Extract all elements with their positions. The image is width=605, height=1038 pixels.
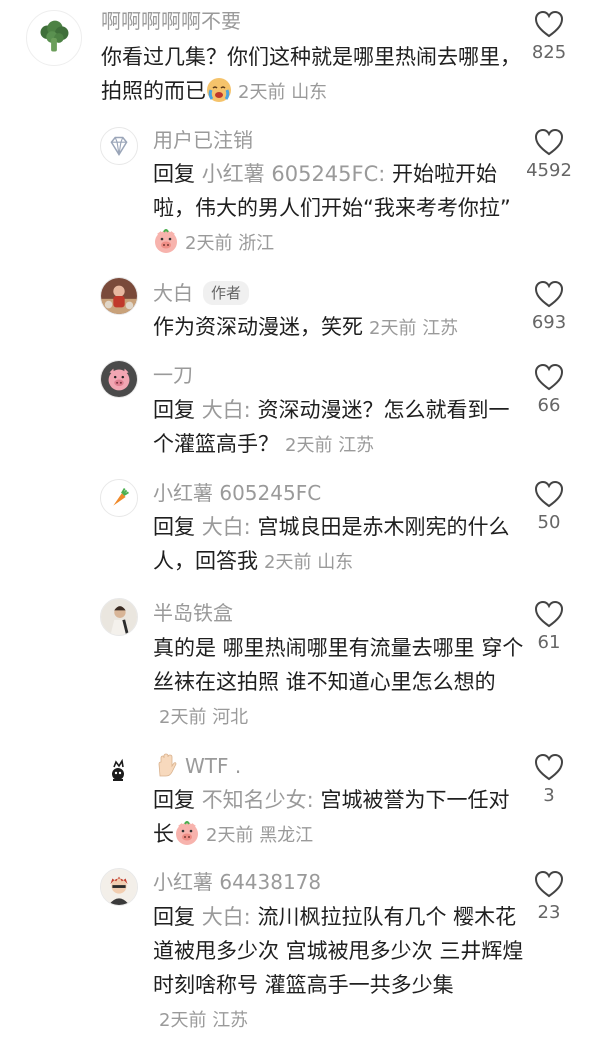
comment-username[interactable]: 一刀 (153, 362, 193, 388)
comment-location: 山东 (291, 82, 328, 103)
reply-to-user[interactable]: 大白: (202, 398, 251, 422)
comment-location: 河北 (212, 707, 249, 728)
comment-username[interactable]: 小红薯 64438178 (153, 869, 321, 895)
diamond-avatar[interactable] (100, 127, 138, 165)
heart-icon (534, 600, 564, 628)
like-button[interactable]: 693 (503, 280, 595, 334)
comment-time: 2天前 (238, 82, 286, 103)
comment-time: 2天前 (285, 435, 333, 456)
heart-icon (534, 870, 564, 898)
reply-label: 回复 (153, 398, 195, 422)
raised-hand-icon (153, 752, 179, 778)
comment-meta: 2天前 浙江 (185, 233, 274, 254)
comment-time: 2天前 (185, 233, 233, 254)
comment-location: 浙江 (238, 233, 275, 254)
comment-text: 回复 不知名少女: 宫城被誉为下一任对长 2天前 黑龙江 (153, 783, 528, 853)
comment-time: 2天前 (369, 318, 417, 339)
reply-to-user[interactable]: 小红薯 605245FC: (202, 162, 386, 186)
carrot-avatar[interactable] (100, 479, 138, 517)
heart-icon (534, 363, 564, 391)
comment-location: 黑龙江 (259, 825, 314, 846)
like-count: 3 (543, 785, 555, 806)
comment-text: 作为资深动漫迷，笑死 2天前 江苏 (153, 310, 533, 346)
pig-face-icon (153, 228, 179, 254)
cartoon-avatar[interactable] (100, 752, 138, 790)
comment-text: 回复 大白: 资深动漫迷？怎么就看到一个灌篮高手？ 2天前 江苏 (153, 393, 528, 463)
reply-to-user[interactable]: 大白: (202, 905, 251, 929)
like-button[interactable]: 825 (503, 10, 595, 64)
pig-avatar[interactable] (100, 360, 138, 398)
like-button[interactable]: 3 (503, 753, 595, 807)
pig-face-icon (174, 820, 200, 846)
like-count: 4592 (526, 160, 572, 181)
comment-username[interactable]: 用户已注销 (153, 127, 253, 153)
comment-meta: 2天前 黑龙江 (206, 825, 313, 846)
comment-meta: 2天前 河北 (159, 707, 248, 728)
comment-meta: 2天前 江苏 (285, 435, 374, 456)
comment-time: 2天前 (264, 552, 312, 573)
comment-text: 真的是 哪里热闹哪里有流量去哪里 穿个丝袜在这拍照 谁不知道心里怎么想的 2天前 … (153, 631, 528, 735)
comment-time: 2天前 (159, 707, 207, 728)
reply-label: 回复 (153, 515, 195, 539)
comment-meta: 2天前 山东 (264, 552, 353, 573)
comment-meta: 2天前 江苏 (369, 318, 458, 339)
reply-label: 回复 (153, 788, 195, 812)
like-button[interactable]: 50 (503, 480, 595, 534)
heart-icon (534, 753, 564, 781)
comment-text: 回复 大白: 宫城良田是赤木刚宪的什么人，回答我 2天前 山东 (153, 510, 528, 580)
comment-time: 2天前 (206, 825, 254, 846)
comment-username[interactable]: WTF . (153, 752, 241, 779)
broccoli-avatar[interactable] (26, 10, 82, 66)
heart-icon (534, 128, 564, 156)
like-count: 61 (537, 632, 561, 653)
heart-icon (534, 10, 564, 38)
comment-username[interactable]: 小红薯 605245FC (153, 480, 321, 506)
comment-username[interactable]: 半岛铁盒 (153, 600, 233, 626)
like-count: 23 (537, 902, 561, 923)
author-badge: 作者 (203, 281, 250, 305)
comment-location: 江苏 (422, 318, 459, 339)
username-text: 大白 (153, 281, 193, 305)
heart-icon (534, 280, 564, 308)
reply-label: 回复 (153, 162, 195, 186)
reply-label: 回复 (153, 905, 195, 929)
like-button[interactable]: 66 (503, 363, 595, 417)
like-count: 50 (537, 512, 561, 533)
comment-text: 回复 小红薯 605245FC: 开始啦开始啦，伟大的男人们开始“我来考考你拉”… (153, 157, 528, 261)
comment-text: 你看过几集？你们这种就是哪里热闹去哪里，拍照的而已 2天前 山东 (101, 40, 526, 110)
reply-to-user[interactable]: 不知名少女: (202, 788, 314, 812)
like-count: 66 (537, 395, 561, 416)
comment-location: 江苏 (338, 435, 375, 456)
like-button[interactable]: 4592 (503, 128, 595, 182)
photo-avatar[interactable] (100, 277, 138, 315)
comment-meta: 2天前 山东 (238, 82, 327, 103)
like-button[interactable]: 61 (503, 600, 595, 654)
comment-content: 作为资深动漫迷，笑死 (153, 315, 363, 339)
like-count: 693 (531, 312, 567, 333)
like-count: 825 (531, 42, 567, 63)
crying-face-icon (206, 77, 232, 103)
comment-location: 山东 (317, 552, 354, 573)
comment-text: 回复 大白: 流川枫拉拉队有几个 樱木花道被甩多少次 宫城被甩多少次 三井辉煌时… (153, 900, 528, 1038)
comment-content: 真的是 哪里热闹哪里有流量去哪里 穿个丝袜在这拍照 谁不知道心里怎么想的 (153, 636, 524, 694)
heart-icon (534, 480, 564, 508)
username-text: WTF . (185, 754, 242, 778)
anime-avatar[interactable] (100, 868, 138, 906)
like-button[interactable]: 23 (503, 870, 595, 924)
reply-to-user[interactable]: 大白: (202, 515, 251, 539)
comment-username[interactable]: 啊啊啊啊啊不要 (101, 8, 241, 34)
person-avatar[interactable] (100, 598, 138, 636)
comment-username[interactable]: 大白 作者 (153, 280, 250, 306)
